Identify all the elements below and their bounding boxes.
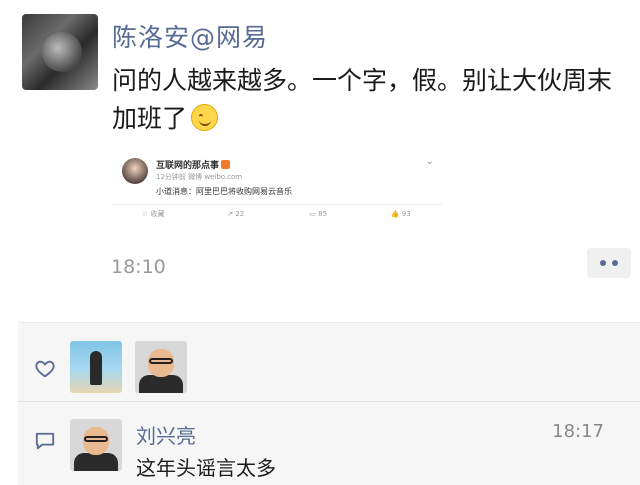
author-avatar[interactable] <box>22 14 98 90</box>
smiley-emoji-icon <box>191 104 219 131</box>
comment-text: 这年头谣言太多 <box>136 456 276 480</box>
comment-item[interactable]: 刘兴亮 18:17 这年头谣言太多 <box>18 404 640 485</box>
shared-action-comment: ▭ 85 <box>309 210 328 218</box>
comment-icon <box>35 432 55 450</box>
dot-icon <box>600 260 606 266</box>
comments-section: 刘兴亮 18:17 这年头谣言太多 <box>18 322 640 485</box>
shared-screenshot[interactable]: 互联网的那点事 12分钟前 微博 weibo.com 小道消息：阿里巴巴将收购网… <box>112 150 442 230</box>
dot-icon <box>612 260 618 266</box>
liker-avatar[interactable] <box>135 341 187 393</box>
shared-actions: ☆ 收藏 ↗ 22 ▭ 85 👍 93 <box>112 204 442 224</box>
shared-name: 互联网的那点事 <box>156 158 231 171</box>
liker-avatar[interactable] <box>70 341 122 393</box>
post-text-content: 问的人越来越多。一个字，假。别让大伙周末加班了 <box>112 66 613 133</box>
shared-action-repost: ↗ 22 <box>227 210 245 218</box>
moments-post: 陈洛安@网易 问的人越来越多。一个字，假。别让大伙周末加班了 互联网的那点事 1… <box>0 0 640 320</box>
post-text: 问的人越来越多。一个字，假。别让大伙周末加班了 <box>112 62 627 138</box>
commenter-avatar[interactable] <box>70 419 122 471</box>
shared-action-like: 👍 93 <box>390 210 411 218</box>
chevron-down-icon: ⌄ <box>425 156 434 167</box>
heart-icon <box>35 360 55 378</box>
post-time: 18:10 <box>111 256 166 278</box>
commenter-name[interactable]: 刘兴亮 <box>136 420 196 449</box>
shared-meta: 12分钟前 微博 weibo.com <box>156 173 243 181</box>
verified-badge-icon <box>221 160 231 169</box>
shared-action-favorite: ☆ 收藏 <box>141 210 165 218</box>
shared-avatar <box>122 158 148 184</box>
comment-time: 18:17 <box>552 421 604 442</box>
author-name[interactable]: 陈洛安@网易 <box>112 18 268 54</box>
shared-body: 小道消息：阿里巴巴将收购网易云音乐 <box>156 187 292 196</box>
likes-row <box>18 322 640 402</box>
more-button[interactable] <box>587 248 631 278</box>
